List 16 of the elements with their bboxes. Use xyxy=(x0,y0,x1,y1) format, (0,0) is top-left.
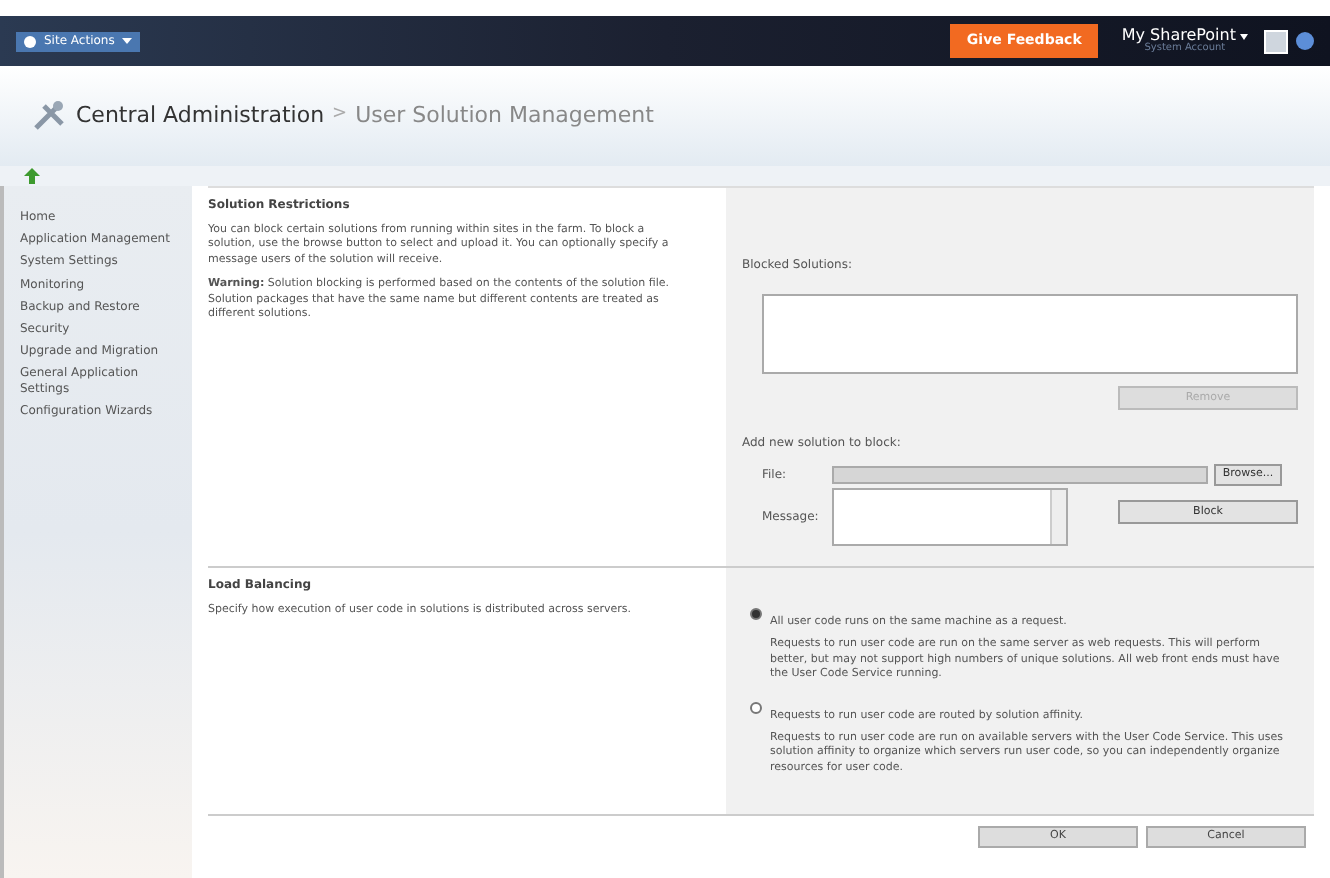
page-title: User Solution Management xyxy=(355,99,654,132)
message-field[interactable] xyxy=(832,488,1068,546)
blocked-solutions-list[interactable] xyxy=(762,294,1298,374)
my-sharepoint-link[interactable]: My SharePoint xyxy=(1121,28,1236,44)
caret-icon[interactable] xyxy=(1240,33,1248,39)
file-input-field[interactable] xyxy=(832,466,1208,484)
help-icon[interactable] xyxy=(1296,32,1314,50)
radio-button[interactable] xyxy=(750,701,762,714)
scrollbar[interactable] xyxy=(1050,490,1066,544)
avatar-icon[interactable] xyxy=(1264,29,1288,53)
radio-button[interactable] xyxy=(750,608,762,620)
caret-icon xyxy=(122,38,133,44)
breadcrumb-separator: > xyxy=(332,102,348,129)
tools-icon xyxy=(32,100,68,132)
site-title-link[interactable]: Central Administration xyxy=(76,99,325,133)
up-arrow-icon[interactable] xyxy=(24,168,40,184)
